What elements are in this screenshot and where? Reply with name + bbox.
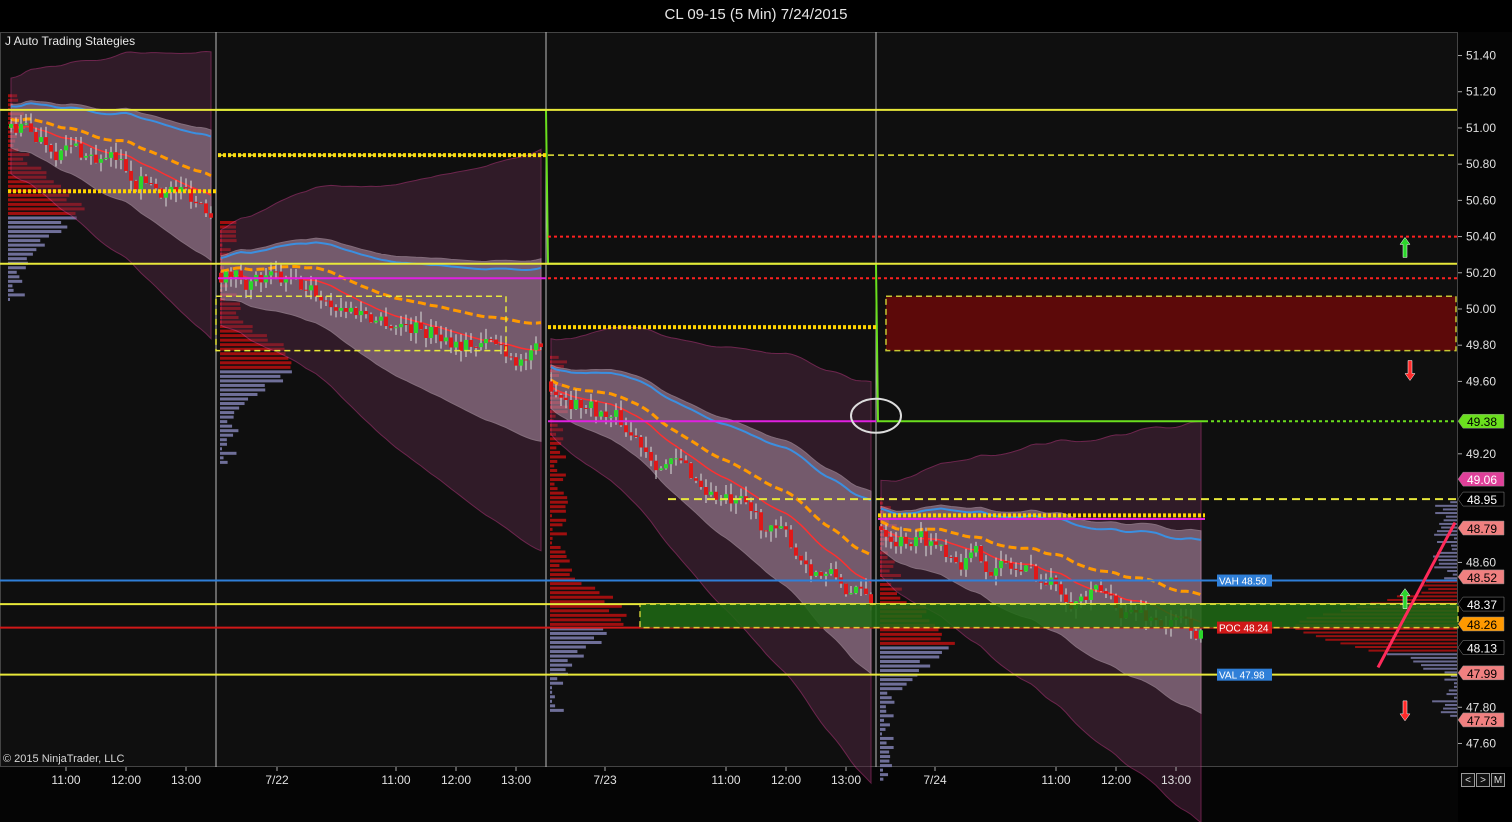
price-axis[interactable] bbox=[1458, 32, 1512, 767]
scroll-right-button[interactable]: > bbox=[1476, 773, 1490, 787]
time-axis[interactable] bbox=[0, 767, 1458, 822]
chart-title: CL 09-15 (5 Min) 7/24/2015 bbox=[664, 6, 848, 23]
scroll-left-button[interactable]: < bbox=[1461, 773, 1475, 787]
plot-area[interactable] bbox=[0, 32, 1458, 767]
strategy-label: J Auto Trading Stategies bbox=[5, 34, 136, 48]
copyright-label: © 2015 NinjaTrader, LLC bbox=[3, 753, 125, 765]
menu-button[interactable]: M bbox=[1491, 773, 1505, 787]
